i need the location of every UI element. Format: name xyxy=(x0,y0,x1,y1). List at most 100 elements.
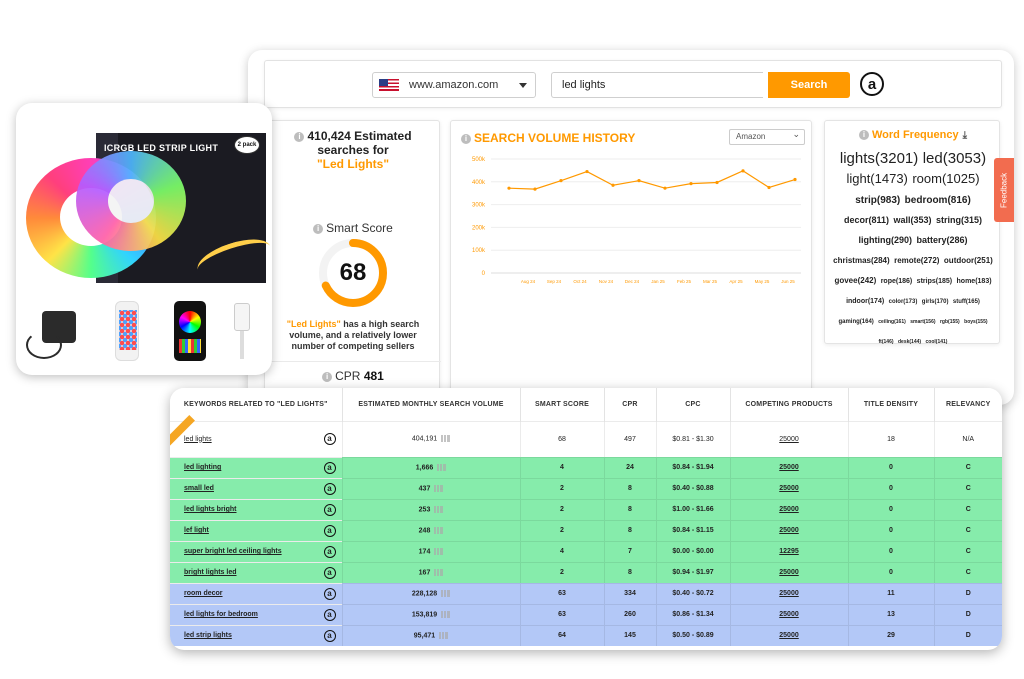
trend-chart-icon[interactable] xyxy=(441,435,451,443)
info-icon[interactable]: i xyxy=(858,130,869,141)
table-row[interactable]: super bright led ceiling lights a 174 4 7 $0.… xyxy=(170,540,1002,562)
download-icon[interactable]: ⤓ xyxy=(963,130,967,141)
keyword-cell[interactable]: led lights bright a xyxy=(170,498,343,520)
keyword-cell[interactable]: super bright led ceiling lights a xyxy=(170,540,343,562)
keyword-link[interactable]: bright lights led xyxy=(184,569,237,576)
amazon-icon[interactable]: a xyxy=(323,503,336,516)
data-point[interactable] xyxy=(559,179,563,183)
competing-products-link[interactable]: 25000 xyxy=(779,632,798,639)
amazon-icon[interactable]: a xyxy=(323,524,336,537)
amazon-icon[interactable]: a xyxy=(323,433,336,445)
data-point[interactable] xyxy=(793,177,797,182)
info-icon[interactable]: i xyxy=(313,223,324,234)
keyword-link[interactable]: led lights bright xyxy=(184,506,237,513)
competing-cell[interactable]: 25000 xyxy=(730,582,849,604)
data-point[interactable] xyxy=(611,183,615,187)
trend-chart-icon[interactable] xyxy=(434,484,444,492)
keyword-link[interactable]: room decor xyxy=(184,590,223,597)
competing-cell[interactable]: 25000 xyxy=(730,420,849,457)
column-header-cpr[interactable]: CPR xyxy=(604,388,657,421)
info-icon[interactable]: i xyxy=(294,131,305,142)
data-point[interactable] xyxy=(533,187,537,191)
table-row[interactable]: led lights for bedroom a 153,819 63 260 $0.86… xyxy=(170,603,1002,625)
competing-products-link[interactable]: 25000 xyxy=(779,506,798,513)
data-point[interactable] xyxy=(585,169,589,174)
amazon-icon[interactable]: a xyxy=(323,566,336,579)
amazon-logo-icon[interactable]: a xyxy=(860,72,884,96)
competing-cell[interactable]: 25000 xyxy=(730,519,849,541)
competing-products-link[interactable]: 25000 xyxy=(779,527,798,534)
keyword-link[interactable]: led lights for bedroom xyxy=(184,611,258,618)
competing-products-link[interactable]: 25000 xyxy=(779,569,798,576)
keyword-link[interactable]: super bright led ceiling lights xyxy=(184,548,282,555)
trend-chart-icon[interactable] xyxy=(434,547,444,555)
column-header-smart-score[interactable]: SMART SCORE xyxy=(520,388,605,421)
data-point[interactable] xyxy=(689,182,693,186)
chart-source-select[interactable]: Amazon xyxy=(729,127,805,145)
keyword-link[interactable]: small led xyxy=(184,485,214,492)
amazon-icon[interactable]: a xyxy=(323,629,336,642)
competing-products-link[interactable]: 25000 xyxy=(779,464,798,471)
column-header-title-density[interactable]: TITLE DENSITY xyxy=(848,388,935,421)
data-point[interactable] xyxy=(767,185,771,190)
keyword-cell[interactable]: led lights for bedroom a xyxy=(170,603,343,625)
keyword-cell[interactable]: led strip lights a xyxy=(170,624,343,646)
trend-chart-icon[interactable] xyxy=(434,526,444,534)
amazon-icon[interactable]: a xyxy=(323,587,336,600)
table-row[interactable]: small led a 437 2 8 $0.40 - $0.88 25000 0 C xyxy=(170,477,1002,499)
keyword-cell[interactable]: led lights a xyxy=(170,414,343,457)
feedback-tab[interactable]: Feedback xyxy=(994,158,1014,222)
amazon-icon[interactable]: a xyxy=(323,461,336,474)
trend-chart-icon[interactable] xyxy=(439,632,449,640)
info-icon[interactable]: i xyxy=(322,371,333,382)
data-point[interactable] xyxy=(663,186,667,190)
info-icon[interactable]: i xyxy=(461,133,471,144)
table-row[interactable]: led lights a 404,191 68 497 $0.81 - $1.30 2500… xyxy=(170,414,1002,457)
competing-products-link[interactable]: 25000 xyxy=(779,590,798,597)
competing-cell[interactable]: 25000 xyxy=(730,477,849,499)
table-row[interactable]: led lighting a 1,666 4 24 $0.84 - $1.94 25000 0… xyxy=(170,456,1002,478)
table-row[interactable]: led lights bright a 253 2 8 $1.00 - $1.66 2500… xyxy=(170,498,1002,520)
search-button[interactable]: Search xyxy=(768,72,850,98)
keyword-cell[interactable]: lef light a xyxy=(170,519,343,541)
keyword-link[interactable]: lef light xyxy=(184,527,209,534)
keyword-link[interactable]: led lights xyxy=(184,436,212,443)
keyword-link[interactable]: led lighting xyxy=(184,464,221,471)
keyword-input[interactable]: led lights xyxy=(551,72,763,98)
table-row[interactable]: lef light a 248 2 8 $0.84 - $1.15 25000 0 C xyxy=(170,519,1002,541)
trend-chart-icon[interactable] xyxy=(437,463,447,471)
column-header-keyword[interactable]: KEYWORDS RELATED TO "LED LIGHTS" xyxy=(170,388,343,421)
trend-chart-icon[interactable] xyxy=(441,610,451,618)
data-point[interactable] xyxy=(715,180,719,185)
keyword-cell[interactable]: small led a xyxy=(170,477,343,499)
amazon-icon[interactable]: a xyxy=(323,608,336,621)
trend-chart-icon[interactable] xyxy=(434,505,444,513)
competing-products-link[interactable]: 12295 xyxy=(779,548,798,555)
marketplace-select[interactable]: www.amazon.com xyxy=(372,72,536,98)
competing-cell[interactable]: 25000 xyxy=(730,624,849,646)
keyword-cell[interactable]: led lighting a xyxy=(170,456,343,478)
keyword-cell[interactable]: room decor a xyxy=(170,582,343,604)
competing-cell[interactable]: 25000 xyxy=(730,498,849,520)
data-point[interactable] xyxy=(741,169,745,173)
amazon-icon[interactable]: a xyxy=(323,545,336,558)
competing-cell[interactable]: 25000 xyxy=(730,603,849,625)
table-row[interactable]: room decor a 228,128 63 334 $0.40 - $0.72 2500… xyxy=(170,582,1002,604)
trend-chart-icon[interactable] xyxy=(434,568,444,576)
data-point[interactable] xyxy=(637,179,641,183)
keyword-link[interactable]: led strip lights xyxy=(184,632,232,639)
trend-chart-icon[interactable] xyxy=(441,589,451,597)
column-header-relevancy[interactable]: RELEVANCY xyxy=(934,388,1002,421)
competing-cell[interactable]: 25000 xyxy=(730,561,849,583)
table-row[interactable]: bright lights led a 167 2 8 $0.94 - $1.97 2500… xyxy=(170,561,1002,583)
competing-cell[interactable]: 12295 xyxy=(730,540,849,562)
amazon-icon[interactable]: a xyxy=(323,482,336,495)
competing-products-link[interactable]: 25000 xyxy=(779,485,798,492)
data-point[interactable] xyxy=(507,186,511,190)
column-header-volume[interactable]: ESTIMATED MONTHLY SEARCH VOLUME xyxy=(342,388,521,421)
competing-products-link[interactable]: 25000 xyxy=(779,611,798,618)
competing-products-link[interactable]: 25000 xyxy=(779,436,798,443)
competing-cell[interactable]: 25000 xyxy=(730,456,849,478)
column-header-cpc[interactable]: CPC xyxy=(656,388,731,421)
keyword-cell[interactable]: bright lights led a xyxy=(170,561,343,583)
